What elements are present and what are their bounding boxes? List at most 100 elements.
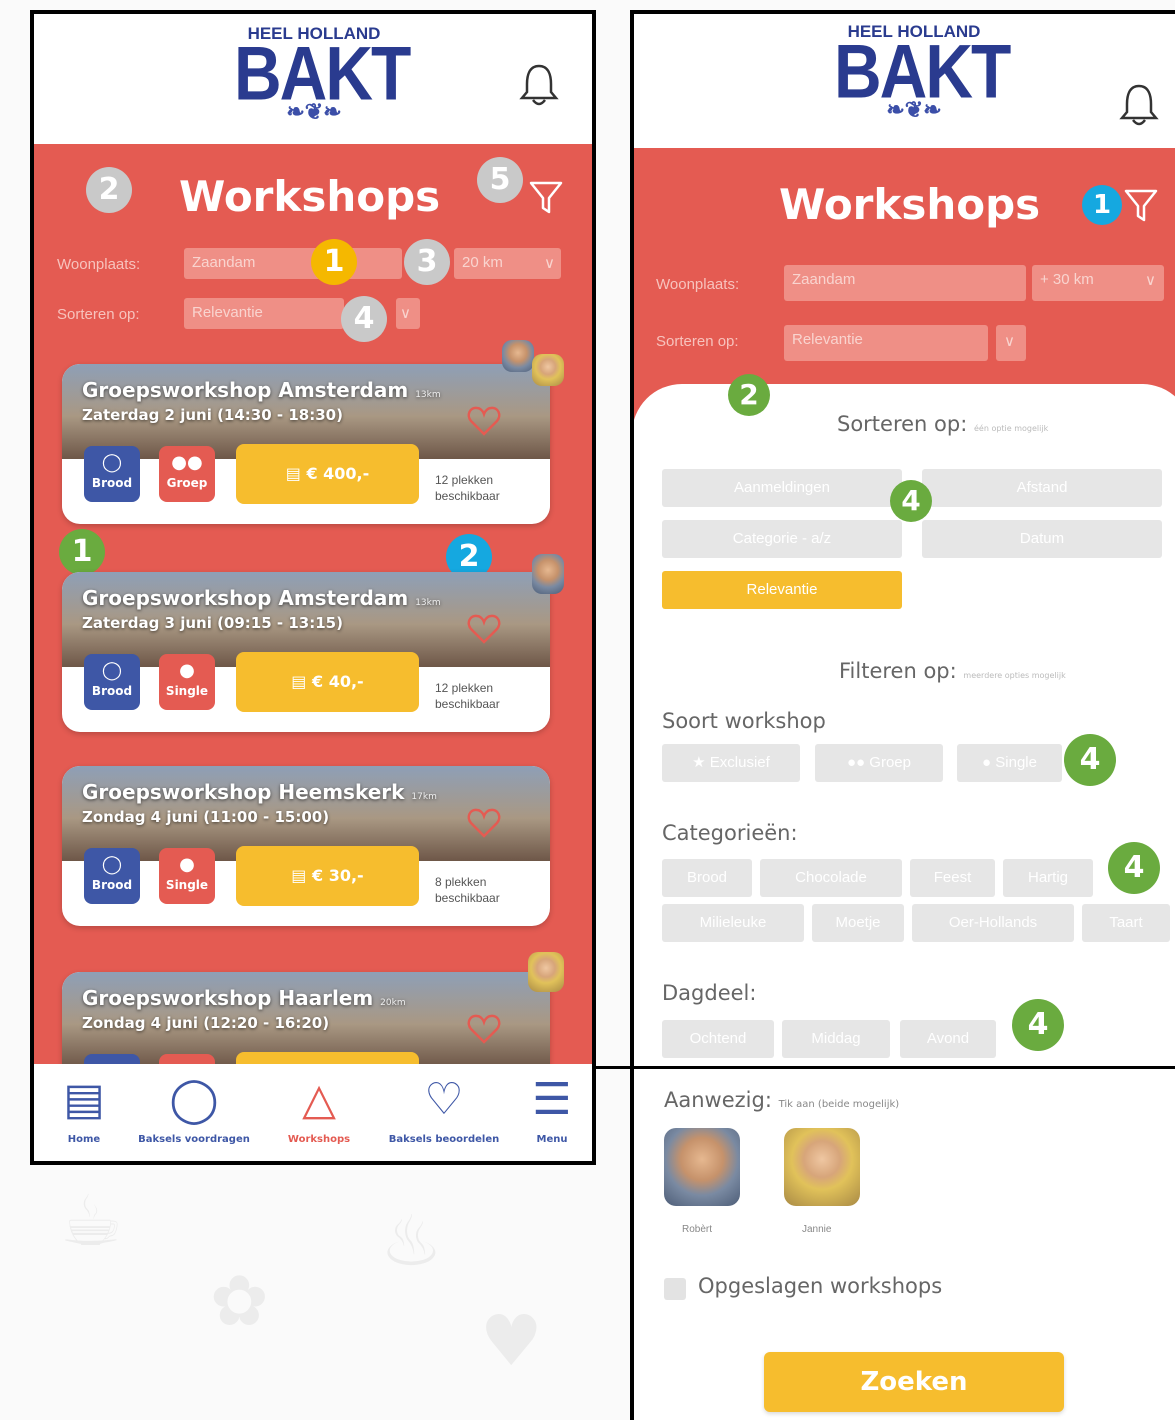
sort-option-categorie[interactable]: Categorie - a/z [662, 520, 902, 558]
star-icon: ★ [692, 754, 706, 771]
price-label: € 400,- [306, 464, 370, 483]
type-option-exclusief[interactable]: ★ Exclusief [662, 744, 800, 782]
workshop-title: Groepsworkshop Amsterdam 13km [82, 378, 441, 402]
category-label: Brood [91, 878, 133, 892]
heart-icon[interactable] [467, 406, 501, 436]
workshop-card[interactable]: Groepsworkshop Amsterdam 13km Zaterdag 3… [62, 572, 550, 732]
judge-jannie-avatar[interactable] [784, 1128, 860, 1206]
tent-search-icon: △ [302, 1074, 336, 1125]
filter-icon[interactable] [1124, 188, 1158, 224]
lower-section: Aanwezig: Tik aan (beide mogelijk) Robèr… [634, 1072, 1175, 1420]
filter-panel: 2 Sorteren op: één optie mogelijk Aanmel… [634, 374, 1175, 1084]
bell-icon[interactable] [519, 62, 559, 108]
sort-select[interactable]: Relevantie [184, 298, 344, 329]
category-moetje[interactable]: Moetje [812, 904, 904, 942]
chevron-down-icon: ∨ [1145, 272, 1156, 289]
type-option-single[interactable]: ● Single [957, 744, 1062, 782]
app-logo[interactable]: HEEL HOLLAND BAKT ❧❦❧ [834, 22, 1011, 121]
spots-available: 12 plekken beschikbaar [435, 680, 500, 712]
workshop-distance: 20km [380, 998, 406, 1008]
spots-count: 12 plekken [435, 681, 494, 695]
daypart-middag[interactable]: Middag [782, 1020, 890, 1058]
logo-line2: BAKT [234, 30, 411, 116]
annotation-badge: 4 [1012, 999, 1064, 1051]
category-oer-hollands[interactable]: Oer-Hollands [912, 904, 1074, 942]
chevron-down-icon[interactable]: ∨ [996, 325, 1026, 361]
nav-label: Menu [536, 1134, 568, 1145]
type-option-groep[interactable]: ●● Groep [815, 744, 943, 782]
saved-workshops-checkbox[interactable] [664, 1278, 686, 1300]
categories-label: Categorieën: [662, 821, 798, 845]
daypart-ochtend[interactable]: Ochtend [662, 1020, 774, 1058]
chevron-down-icon[interactable]: ∨ [396, 298, 420, 329]
distance-value: 20 km [462, 254, 503, 271]
sort-option-afstand[interactable]: Afstand [922, 469, 1162, 507]
category-tag: ◯ Brood [84, 654, 140, 710]
sort-label: Sorteren op: [57, 306, 140, 323]
category-brood[interactable]: Brood [662, 859, 752, 897]
category-taart[interactable]: Taart [1082, 904, 1170, 942]
group-icon: ●● [847, 754, 866, 771]
judge-robert-avatar[interactable] [664, 1128, 740, 1206]
distance-select[interactable]: 20 km ∨ [454, 248, 561, 279]
location-input[interactable]: Zaandam [784, 265, 1026, 301]
heart-icon[interactable] [467, 1014, 501, 1044]
search-button[interactable]: Zoeken [764, 1352, 1064, 1412]
workshop-title-text: Groepsworkshop Heemskerk [82, 780, 405, 804]
annotation-badge: 1 [1082, 185, 1122, 225]
nav-baksels-voordragen[interactable]: ◯ Baksels voordragen [119, 1074, 269, 1145]
price-button[interactable]: ▤ € 30,- [236, 846, 419, 906]
type-label: Single [165, 684, 209, 698]
sort-hint: één optie mogelijk [973, 424, 1049, 433]
nav-home[interactable]: ▤ Home [54, 1074, 114, 1145]
distance-select[interactable]: + 30 km ∨ [1032, 265, 1164, 301]
category-tag: ◯ Brood [84, 848, 140, 904]
price-button[interactable]: ▤ € 400,- [236, 444, 419, 504]
app-logo[interactable]: HEEL HOLLAND BAKT ❧❦❧ [234, 24, 411, 123]
bread-icon: ◯ [101, 854, 123, 875]
category-feest[interactable]: Feest [910, 859, 995, 897]
location-input[interactable]: Zaandam [184, 248, 402, 279]
nav-workshops[interactable]: △ Workshops [274, 1074, 364, 1145]
category-milieleuke[interactable]: Milieleuke [662, 904, 804, 942]
daypart-avond[interactable]: Avond [900, 1020, 996, 1058]
sort-option-relevantie[interactable]: Relevantie [662, 571, 902, 609]
category-hartig[interactable]: Hartig [1003, 859, 1093, 897]
workshop-title-text: Groepsworkshop Amsterdam [82, 586, 409, 610]
sort-option-aanmeldingen[interactable]: Aanmeldingen [662, 469, 902, 507]
annotation-badge: 4 [1064, 734, 1116, 786]
sort-label: Sorteren op: [656, 333, 739, 350]
spots-available: 8 plekken beschikbaar [435, 874, 500, 906]
category-chocolade[interactable]: Chocolade [760, 859, 902, 897]
price-button[interactable]: ▤ € 40,- [236, 652, 419, 712]
spots-available: 12 plekken beschikbaar [435, 472, 500, 504]
avatar [532, 354, 564, 386]
bread-icon: ◯ [101, 452, 123, 473]
workshop-date: Zondag 4 juni (11:00 - 15:00) [82, 808, 330, 826]
present-hint: Tik aan (beide mogelijk) [778, 1099, 900, 1110]
workshop-card[interactable]: Groepsworkshop Heemskerk 17km Zondag 4 j… [62, 766, 550, 926]
type-tag: ●● Groep [159, 446, 215, 502]
workshop-card[interactable]: Groepsworkshop Amsterdam 13km Zaterdag 2… [62, 364, 550, 524]
sort-option-datum[interactable]: Datum [922, 520, 1162, 558]
app-header: HEEL HOLLAND BAKT ❧❦❧ [634, 14, 1175, 144]
section-divider [596, 1066, 1175, 1069]
workshop-distance: 17km [411, 792, 437, 802]
type-label: Groep [166, 476, 208, 490]
nav-menu[interactable]: ☰ Menu [522, 1074, 582, 1145]
workshop-title-text: Groepsworkshop Amsterdam [82, 378, 409, 402]
filter-icon[interactable] [529, 180, 563, 216]
workshop-type-label: Soort workshop [662, 709, 826, 733]
ticket-icon: ▤ [291, 672, 307, 691]
group-icon: ●● [171, 452, 203, 473]
bell-icon[interactable] [1119, 82, 1159, 128]
sort-select[interactable]: Relevantie [784, 325, 988, 361]
heart-icon[interactable] [467, 808, 501, 838]
nav-label: Workshops [287, 1134, 351, 1145]
ticket-icon: ▤ [291, 866, 307, 885]
nav-baksels-beoordelen[interactable]: ♡ Baksels beoordelen [369, 1074, 519, 1145]
page-title: Workshops [779, 180, 1041, 229]
annotation-badge: 1 [59, 529, 105, 575]
heart-icon[interactable] [467, 614, 501, 644]
annotation-badge: 1 [311, 239, 357, 285]
